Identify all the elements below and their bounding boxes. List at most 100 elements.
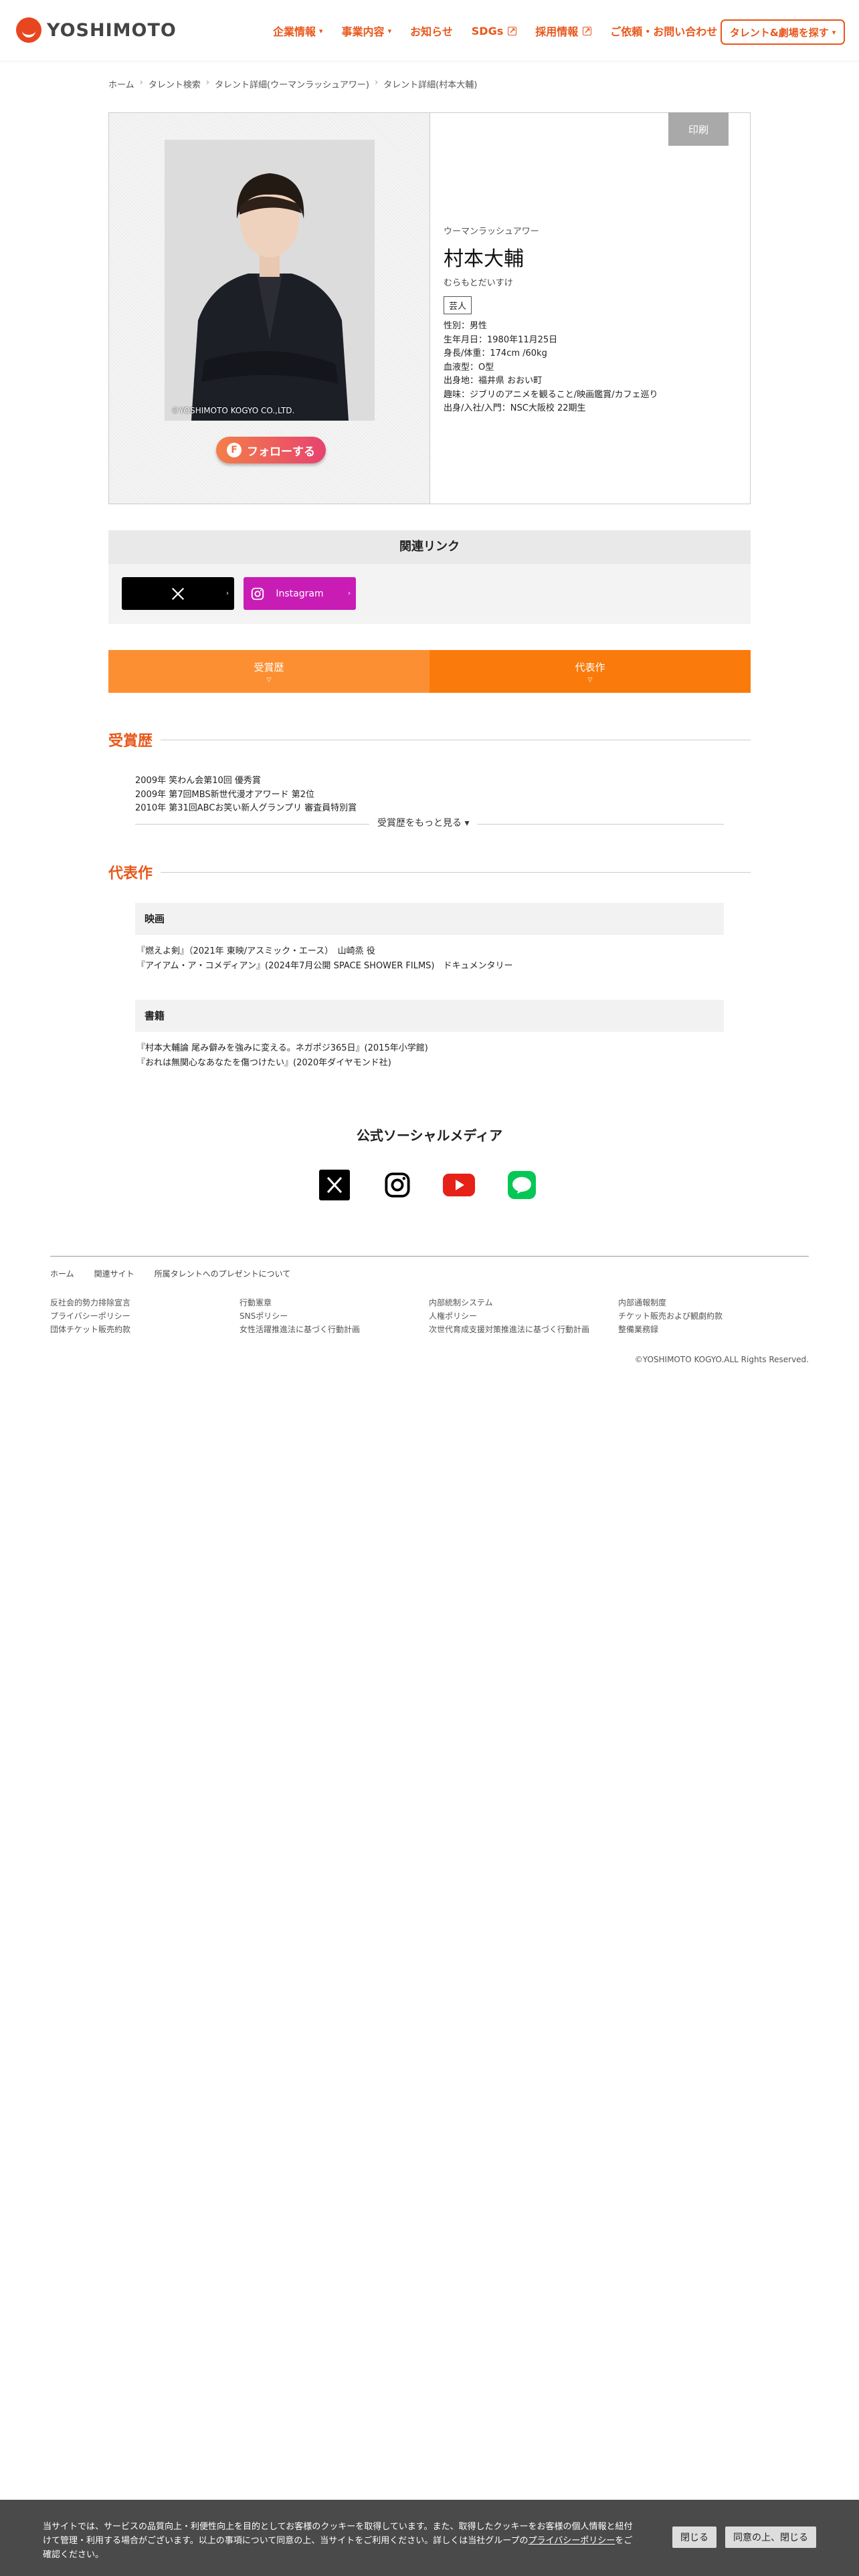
section-tabs: 受賞歴 ▽ 代表作 ▽: [108, 650, 751, 693]
footer-link[interactable]: SNSポリシー: [240, 1309, 360, 1323]
talent-name: 村本大輔: [444, 247, 524, 271]
detail-blood-type: 血液型：O型: [444, 362, 494, 372]
breadcrumb-unit[interactable]: タレント詳細(ウーマンラッシュアワー): [215, 78, 369, 90]
line-icon: [508, 1171, 536, 1199]
social-youtube-link[interactable]: [443, 1170, 475, 1200]
awards-title: 受賞歴: [108, 733, 153, 750]
works-group-books: 書籍 『村本大輔論 尾み僻みを強みに変える。ネガポジ365日』(2015年小学館…: [135, 1000, 724, 1071]
global-nav: 企業情報 ▾ 事業内容 ▾ お知らせ SDGs ↗ 採用情報 ↗ ご依頼・お問い合わせ: [273, 23, 736, 39]
official-social-title: 公式ソーシャルメディア: [356, 1128, 503, 1144]
social-instagram-link[interactable]: [381, 1170, 413, 1200]
footer-nav-related[interactable]: 関連サイト: [94, 1268, 134, 1279]
nav-sdgs[interactable]: SDGs ↗: [472, 25, 517, 37]
divider: [161, 871, 751, 873]
unit-name[interactable]: ウーマンラッシュアワー: [444, 224, 738, 237]
nav-label: 企業情報: [273, 25, 316, 38]
page: YOSHIMOTO 企業情報 ▾ 事業内容 ▾ お知らせ SDGs ↗ 採用情報 ↗ ご…: [0, 0, 859, 2576]
cookie-close-button[interactable]: 閉じる: [672, 2527, 717, 2548]
nav-label: お知らせ: [410, 25, 453, 38]
award-item: 2010年 第31回ABCお笑い新人グランプリ 審査員特別賞: [135, 803, 357, 813]
work-item: 『燃えよ剣』（2021年 東映/アスミック・エース） 山崎烝 役: [136, 946, 375, 956]
nav-contact[interactable]: ご依頼・お問い合わせ: [610, 23, 717, 39]
tab-works[interactable]: 代表作 ▽: [430, 650, 751, 693]
talent-search-button[interactable]: タレント&劇場を探す ▾: [721, 19, 845, 45]
breadcrumb-separator-icon: ›: [205, 78, 210, 88]
related-links-title: 関連リンク: [108, 530, 751, 564]
footer-link[interactable]: 行動憲章: [240, 1296, 360, 1309]
footer-link[interactable]: 次世代育成支援対策推進法に基づく行動計画: [429, 1323, 589, 1336]
footer-link[interactable]: プライバシーポリシー: [50, 1309, 130, 1323]
tab-label: 代表作: [575, 661, 605, 673]
nav-business[interactable]: 事業内容 ▾: [342, 23, 392, 39]
footer-nav-present[interactable]: 所属タレントへのプレゼントについて: [155, 1268, 291, 1279]
privacy-policy-link[interactable]: プライバシーポリシー: [529, 2536, 615, 2546]
footer-link[interactable]: 整備業務録: [618, 1323, 723, 1336]
breadcrumb-talent-search[interactable]: タレント検索: [149, 78, 201, 90]
follow-f-icon: F: [227, 443, 242, 457]
chevron-down-icon: ▽: [266, 676, 272, 683]
talent-search-label: タレント&劇場を探す: [729, 26, 829, 39]
works-group-movie: 映画 『燃えよ剣』（2021年 東映/アスミック・エース） 山崎烝 役 『アイア…: [135, 903, 724, 974]
breadcrumb-home[interactable]: ホーム: [108, 78, 134, 90]
chevron-down-icon: ▾: [464, 818, 470, 829]
award-item: 2009年 第7回MBS新世代漫才アワード 第2位: [135, 789, 315, 800]
detail-hometown: 出身地：福井県 おおい町: [444, 376, 543, 386]
award-item: 2009年 笑わん会第10回 優秀賞: [135, 776, 261, 786]
breadcrumb-separator-icon: ›: [374, 78, 379, 88]
footer-link[interactable]: 団体チケット販売約款: [50, 1323, 130, 1336]
footer-column: 行動憲章 SNSポリシー 女性活躍推進法に基づく行動計画: [240, 1296, 360, 1336]
follow-button[interactable]: F フォローする: [216, 437, 326, 463]
awards-more-toggle[interactable]: 受賞歴をもっと見る ▾: [135, 816, 724, 832]
footer-column: 反社会的勢力排除宣言 プライバシーポリシー 団体チケット販売約款: [50, 1296, 130, 1336]
instagram-icon: [251, 587, 264, 600]
talent-details: 性別：男性 生年月日：1980年11月25日 身長/体重：174cm /60kg…: [444, 320, 738, 416]
yoshimoto-logo[interactable]: YOSHIMOTO: [16, 17, 177, 43]
works-list: 『村本大輔論 尾み僻みを強みに変える。ネガポジ365日』(2015年小学館) 『…: [135, 1041, 724, 1071]
breadcrumb-current: タレント詳細(村本大輔): [383, 80, 478, 90]
print-button[interactable]: 印刷: [668, 112, 729, 146]
footer-link[interactable]: 内部統制システム: [429, 1296, 589, 1309]
cookie-banner: 当サイトでは、サービスの品質向上・利便性向上を目的としてお客様のクッキーを取得し…: [0, 2500, 859, 2576]
detail-gender: 性別：男性: [444, 321, 488, 331]
x-link-button[interactable]: ›: [122, 577, 234, 610]
x-icon: [319, 1170, 350, 1200]
instagram-label: Instagram: [276, 588, 324, 599]
chevron-down-icon: ▽: [587, 676, 593, 683]
nav-label: ご依頼・お問い合わせ: [610, 25, 718, 38]
instagram-link-button[interactable]: Instagram ›: [244, 577, 356, 610]
footer-link[interactable]: 女性活躍推進法に基づく行動計画: [240, 1323, 360, 1336]
footer-link[interactable]: チケット販売および観劇約款: [618, 1309, 723, 1323]
footer-link[interactable]: 人権ポリシー: [429, 1309, 589, 1323]
detail-hobby: 趣味：ジブリのアニメを観ること/映画鑑賞/カフェ巡り: [444, 389, 658, 400]
external-link-icon: ↗: [508, 26, 517, 35]
nav-corporate[interactable]: 企業情報 ▾: [273, 23, 323, 39]
footer-divider: [50, 1256, 809, 1257]
nav-news[interactable]: お知らせ: [410, 23, 453, 39]
footer-link[interactable]: 反社会的勢力排除宣言: [50, 1296, 130, 1309]
footer-link[interactable]: 内部通報制度: [618, 1296, 723, 1309]
arrow-right-icon: ›: [226, 590, 229, 597]
footer-nav-home[interactable]: ホーム: [50, 1268, 74, 1279]
site-header: YOSHIMOTO 企業情報 ▾ 事業内容 ▾ お知らせ SDGs ↗ 採用情報 ↗ ご…: [0, 0, 859, 62]
works-group-heading: 書籍: [135, 1000, 724, 1032]
work-item: 『村本大輔論 尾み僻みを強みに変える。ネガポジ365日』(2015年小学館): [136, 1043, 428, 1053]
arrow-right-icon: ›: [348, 590, 351, 597]
nav-label: 事業内容: [341, 25, 385, 38]
follow-label: フォローする: [247, 445, 315, 459]
detail-school: 出身/入社/入門：NSC大阪校 22期生: [444, 403, 586, 413]
awards-list: 2009年 笑わん会第10回 優秀賞 2009年 第7回MBS新世代漫才アワード…: [135, 774, 357, 816]
breadcrumb-separator-icon: ›: [139, 78, 143, 88]
nav-recruit[interactable]: 採用情報 ↗: [535, 23, 592, 39]
youtube-icon: [443, 1174, 475, 1196]
cookie-agree-button[interactable]: 同意の上、閉じる: [725, 2527, 816, 2548]
chevron-down-icon: ▾: [319, 26, 323, 35]
social-x-link[interactable]: [318, 1170, 351, 1200]
talent-profile: ©YOSHIMOTO KOGYO CO.,LTD. F フォローする 印刷 ウーマ…: [108, 112, 751, 504]
external-link-icon: ↗: [583, 26, 592, 35]
chevron-down-icon: ▾: [832, 27, 836, 37]
related-links: 関連リンク › Instagram ›: [108, 530, 751, 624]
tab-awards[interactable]: 受賞歴 ▽: [108, 650, 430, 693]
works-title: 代表作: [108, 865, 153, 882]
talent-portrait-image: [165, 140, 375, 421]
social-line-link[interactable]: [506, 1170, 538, 1200]
